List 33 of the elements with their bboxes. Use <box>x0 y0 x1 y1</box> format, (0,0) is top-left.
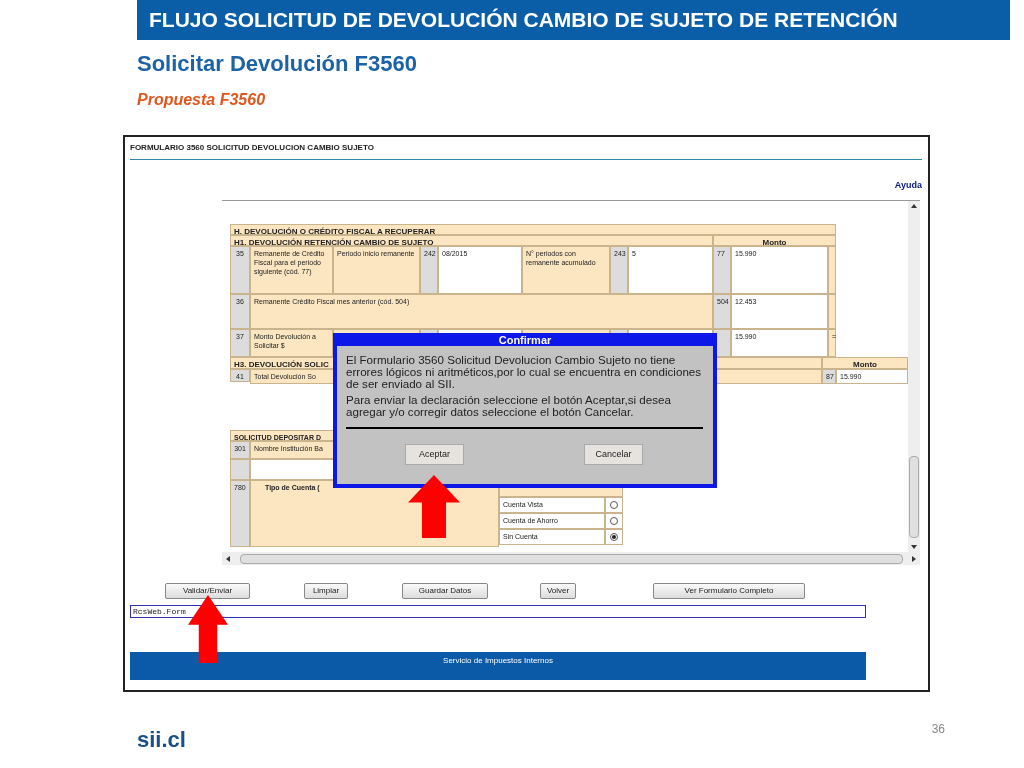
up-arrow-icon <box>408 475 460 538</box>
right-arrow-icon <box>910 554 918 563</box>
left-arrow-icon <box>224 554 232 563</box>
radio-button[interactable] <box>610 533 618 541</box>
form-button[interactable]: Validar/Enviar <box>165 583 250 599</box>
slide-subtitle: Propuesta F3560 <box>137 90 266 110</box>
form-button[interactable]: Volver <box>540 583 576 599</box>
section-header: H. DEVOLUCIÓN O CRÉDITO FISCAL A RECUPERAR <box>230 224 836 235</box>
slide-title: Solicitar Devolución F3560 <box>137 50 417 78</box>
radio-button[interactable] <box>610 501 618 509</box>
column-header: Monto <box>822 357 908 369</box>
section-header: H1. DEVOLUCIÓN RETENCIÓN CAMBIO DE SUJETO <box>230 235 713 246</box>
dialog-button[interactable]: Cancelar <box>584 444 643 465</box>
scroll-thumb[interactable] <box>239 553 903 564</box>
logo: sii.cl <box>137 728 186 752</box>
form-button[interactable]: Guardar Datos <box>402 583 488 599</box>
form-button[interactable]: Limpiar <box>304 583 348 599</box>
status-field[interactable]: RcsWeb.Form <box>130 605 866 618</box>
form-title: FORMULARIO 3560 SOLICITUD DEVOLUCION CAMBIO SUJETO <box>130 143 374 153</box>
dialog-message: Para enviar la declaración seleccione el botón Aceptar,si desea agregar y/o corregir datos seleccione el botón Cancelar. <box>346 394 672 418</box>
dialog-title: Confirmar <box>498 335 552 346</box>
dialog-button[interactable]: Aceptar <box>405 444 464 465</box>
slide-header: FLUJO SOLICITUD DE DEVOLUCIÓN CAMBIO DE SUJETO DE RETENCIÓN <box>137 0 1010 40</box>
footer-text: Servicio de Impuestos Internos <box>443 656 553 666</box>
page-number: 36 <box>931 722 945 738</box>
scroll-thumb[interactable] <box>909 455 919 538</box>
column-header: Monto <box>713 235 836 246</box>
radio-button[interactable] <box>610 517 618 525</box>
help-link[interactable]: Ayuda <box>894 180 922 190</box>
up-arrow-icon <box>188 595 228 663</box>
horizontal-scrollbar[interactable] <box>222 552 920 565</box>
form-button[interactable]: Ver Formulario Completo <box>653 583 805 599</box>
vertical-scrollbar[interactable] <box>908 201 920 552</box>
